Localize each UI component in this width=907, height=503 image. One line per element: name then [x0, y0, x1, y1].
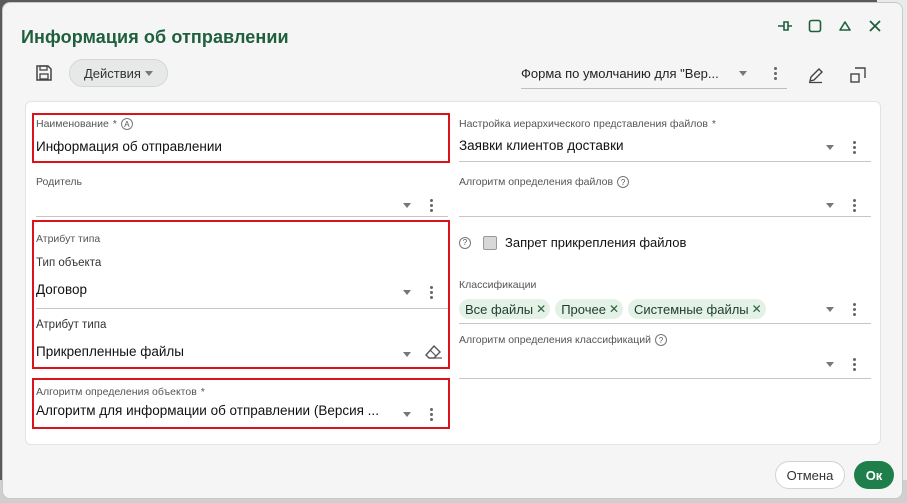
close-icon[interactable]: ✕ [752, 302, 762, 316]
hier-setting-value[interactable]: Заявки клиентов доставки [459, 138, 871, 153]
form-card: Наименование * A Информация об отправлен… [25, 101, 881, 445]
form-select[interactable]: Форма по умолчанию для "Вер... [521, 59, 787, 89]
dialog-title: Информация об отправлении [21, 27, 289, 47]
more-icon[interactable] [852, 141, 856, 154]
chip[interactable]: Прочее ✕ [555, 299, 624, 319]
chevron-down-icon[interactable] [403, 203, 411, 208]
highlight-box [32, 378, 450, 429]
hier-setting-field[interactable]: Настройка иерархического представления ф… [459, 118, 871, 153]
chip[interactable]: Системные файлы ✕ [628, 299, 766, 319]
chevron-down-icon[interactable] [826, 307, 834, 312]
forbid-attach-checkbox[interactable] [483, 235, 497, 250]
class-algo-label: Алгоритм определения классификаций [459, 334, 651, 346]
divider [36, 216, 448, 217]
class-algo-controls [826, 358, 856, 371]
classifications-chips: Все файлы ✕ Прочее ✕ Системные файлы ✕ [459, 299, 871, 319]
more-icon[interactable] [429, 199, 433, 212]
chip-label: Все файлы [465, 301, 534, 317]
highlight-box [32, 220, 450, 369]
chevron-down-icon [144, 70, 153, 76]
more-icon[interactable] [852, 358, 856, 371]
chevron-down-icon[interactable] [826, 145, 834, 150]
more-icon[interactable] [773, 67, 777, 80]
edit-icon[interactable] [806, 65, 826, 85]
chevron-down-icon[interactable] [826, 362, 834, 367]
cancel-button[interactable]: Отмена [775, 461, 845, 489]
ok-button[interactable]: Ок [854, 461, 894, 489]
actions-label: Действия [84, 65, 141, 81]
toolbar: Действия [33, 59, 168, 87]
required-mark: * [711, 118, 717, 130]
parent-controls [403, 199, 433, 212]
highlight-box [32, 113, 450, 163]
close-icon[interactable]: ✕ [609, 302, 619, 316]
actions-button[interactable]: Действия [69, 59, 168, 87]
class-algo-field[interactable]: Алгоритм определения классификаций ? [459, 334, 871, 346]
divider [459, 323, 871, 324]
more-icon[interactable] [852, 199, 856, 212]
more-icon[interactable] [852, 303, 856, 316]
classifications-label: Классификации [459, 279, 537, 291]
collapse-icon[interactable] [836, 17, 854, 35]
dialog: Информация об отправлении Действия Форма… [2, 2, 903, 499]
file-algo-field[interactable]: Алгоритм определения файлов ? [459, 176, 871, 188]
file-algo-label: Алгоритм определения файлов [459, 176, 614, 188]
chevron-down-icon[interactable] [739, 71, 747, 76]
pin-icon[interactable] [776, 17, 794, 35]
classifications-controls [826, 303, 856, 316]
chip-label: Прочее [561, 301, 606, 317]
parent-label: Родитель [36, 176, 82, 188]
divider [459, 378, 871, 379]
file-algo-controls [826, 199, 856, 212]
divider [459, 161, 871, 162]
forbid-attach-label: Запрет прикрепления файлов [505, 235, 687, 250]
classifications-field[interactable]: Классификации Все файлы ✕ Прочее ✕ Систе… [459, 279, 871, 319]
close-icon[interactable]: ✕ [536, 302, 546, 316]
hier-setting-label: Настройка иерархического представления ф… [459, 118, 708, 130]
divider [459, 216, 871, 217]
forbid-attach-row: ? Запрет прикрепления файлов [459, 235, 686, 250]
save-icon[interactable] [33, 62, 55, 84]
chevron-down-icon[interactable] [826, 203, 834, 208]
chip-label: Системные файлы [634, 301, 749, 317]
help-icon[interactable]: ? [459, 236, 471, 249]
parent-field[interactable]: Родитель [36, 176, 448, 188]
help-icon[interactable]: ? [655, 334, 667, 346]
close-icon[interactable] [866, 17, 884, 35]
window-controls [776, 17, 884, 35]
hier-setting-controls [826, 141, 856, 154]
form-select-value: Форма по умолчанию для "Вер... [521, 66, 719, 81]
help-icon[interactable]: ? [617, 176, 630, 188]
chip[interactable]: Все файлы ✕ [459, 299, 551, 319]
open-window-icon[interactable] [848, 65, 868, 85]
maximize-icon[interactable] [806, 17, 824, 35]
